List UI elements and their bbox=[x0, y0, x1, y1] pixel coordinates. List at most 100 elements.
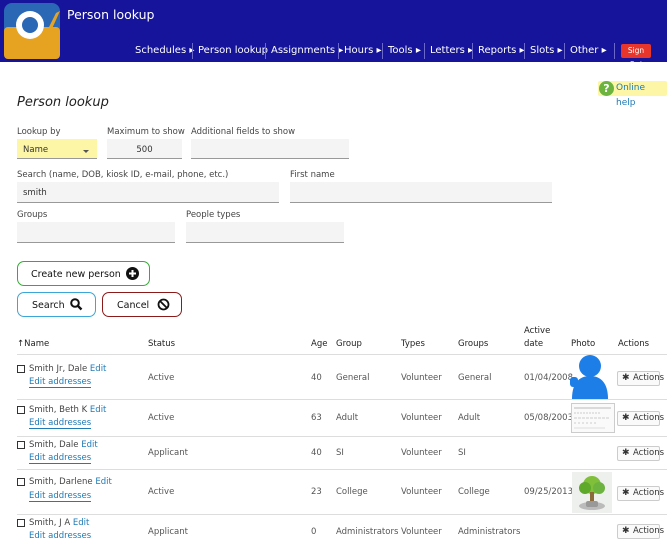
gear-icon: ✱ bbox=[622, 413, 630, 423]
column-header-group[interactable]: Group bbox=[336, 339, 362, 349]
column-header-actions: Actions bbox=[618, 339, 650, 349]
search-input[interactable]: smith bbox=[17, 182, 279, 203]
nav-divider bbox=[382, 43, 383, 59]
actions-button[interactable]: ✱ Actions bbox=[617, 411, 664, 426]
edit-addresses-link[interactable]: Edit addresses bbox=[29, 531, 91, 539]
actions-button[interactable]: ✱ Actions bbox=[617, 486, 664, 501]
row-checkbox[interactable] bbox=[17, 365, 25, 373]
groups-cell: Adult bbox=[458, 413, 481, 423]
age-cell: 40 bbox=[311, 448, 322, 458]
nav-letters[interactable]: Letters ▸ bbox=[430, 40, 473, 62]
table-row: Smith, Beth K Edit Edit addresses Active… bbox=[17, 399, 667, 436]
app-logo-icon[interactable] bbox=[4, 3, 60, 59]
actions-button[interactable]: ✱ Actions bbox=[617, 524, 664, 539]
person-name: Smith, Dale Edit bbox=[29, 440, 98, 450]
column-header-status[interactable]: Status bbox=[148, 339, 175, 349]
online-help-label: Online help bbox=[616, 83, 646, 108]
table-row: Smith, J A Edit Edit addresses Applicant… bbox=[17, 514, 667, 539]
people-types-input[interactable] bbox=[186, 222, 344, 243]
table-row: Smith, Darlene Edit Edit addresses Activ… bbox=[17, 469, 667, 514]
nav-schedules[interactable]: Schedules ▸ bbox=[135, 40, 194, 62]
groups-cell: SI bbox=[458, 448, 466, 458]
person-name: Smith, Darlene Edit bbox=[29, 477, 112, 487]
actions-button[interactable]: ✱ Actions bbox=[617, 371, 664, 386]
gear-icon: ✱ bbox=[622, 373, 630, 383]
age-cell: 0 bbox=[311, 527, 317, 537]
column-header-photo: Photo bbox=[571, 339, 596, 349]
search-value: smith bbox=[23, 188, 47, 198]
column-header-age[interactable]: Age bbox=[311, 339, 327, 349]
edit-link[interactable]: Edit bbox=[73, 518, 89, 528]
person-name: Smith, Beth K Edit bbox=[29, 405, 107, 415]
cancel-button[interactable]: Cancel bbox=[102, 292, 182, 317]
age-cell: 40 bbox=[311, 373, 322, 383]
additional-fields-input[interactable] bbox=[191, 139, 349, 159]
row-checkbox[interactable] bbox=[17, 441, 25, 449]
first-name-label: First name bbox=[290, 170, 335, 180]
actions-button[interactable]: ✱ Actions bbox=[617, 446, 664, 461]
nav-tools[interactable]: Tools ▸ bbox=[388, 40, 421, 62]
lookup-by-label: Lookup by bbox=[17, 127, 61, 137]
top-navigation-bar: Person lookup Schedules ▸ Person lookup … bbox=[0, 0, 667, 69]
plus-circle-icon bbox=[126, 267, 139, 280]
groups-input[interactable] bbox=[17, 222, 175, 243]
column-header-groups[interactable]: Groups bbox=[458, 339, 488, 349]
edit-addresses-link[interactable]: Edit addresses bbox=[29, 453, 92, 464]
age-cell: 23 bbox=[311, 487, 322, 497]
nav-divider bbox=[424, 43, 425, 59]
first-name-input[interactable] bbox=[290, 182, 552, 203]
ban-icon bbox=[157, 298, 170, 311]
nav-other[interactable]: Other ▸ bbox=[570, 40, 607, 62]
group-cell: General bbox=[336, 373, 370, 383]
edit-link[interactable]: Edit bbox=[95, 477, 111, 487]
search-button[interactable]: Search bbox=[17, 292, 96, 317]
nav-hours[interactable]: Hours ▸ bbox=[344, 40, 382, 62]
lookup-by-select[interactable]: Name bbox=[17, 139, 97, 159]
people-types-label: People types bbox=[186, 210, 241, 220]
online-help-link[interactable]: ? Online help bbox=[598, 81, 667, 108]
types-cell: Volunteer bbox=[401, 413, 442, 423]
maximum-to-show-value: 500 bbox=[136, 145, 153, 155]
types-cell: Volunteer bbox=[401, 448, 442, 458]
table-row: Smith, Dale Edit Edit addresses Applican… bbox=[17, 436, 667, 469]
nav-assignments[interactable]: Assignments ▸ bbox=[271, 40, 343, 62]
person-name: Smith, J A Edit bbox=[29, 518, 90, 528]
sign-out-button[interactable]: Sign Out bbox=[621, 44, 651, 69]
edit-addresses-link[interactable]: Edit addresses bbox=[29, 418, 92, 429]
nav-slots[interactable]: Slots ▸ bbox=[530, 40, 563, 62]
gear-icon: ✱ bbox=[622, 526, 630, 536]
types-cell: Volunteer bbox=[401, 373, 442, 383]
group-cell: Administrators bbox=[336, 527, 399, 537]
edit-link[interactable]: Edit bbox=[90, 364, 106, 374]
active-date-cell: 05/08/2003 bbox=[524, 413, 573, 423]
column-header-types[interactable]: Types bbox=[401, 339, 425, 349]
gear-icon: ✱ bbox=[622, 448, 630, 458]
nav-person-lookup[interactable]: Person lookup bbox=[198, 40, 268, 62]
row-checkbox[interactable] bbox=[17, 519, 25, 527]
groups-cell: College bbox=[458, 487, 490, 497]
magnifier-icon bbox=[70, 298, 83, 311]
status-cell: Applicant bbox=[148, 448, 188, 458]
active-date-cell: 09/25/2013 bbox=[524, 487, 573, 497]
types-cell: Volunteer bbox=[401, 527, 442, 537]
row-checkbox[interactable] bbox=[17, 406, 25, 414]
row-checkbox[interactable] bbox=[17, 478, 25, 486]
search-label: Search (name, DOB, kiosk ID, e-mail, pho… bbox=[17, 170, 229, 180]
status-cell: Active bbox=[148, 373, 175, 383]
nav-reports[interactable]: Reports ▸ bbox=[478, 40, 525, 62]
nav-divider bbox=[472, 43, 473, 59]
person-name: Smith Jr, Dale Edit bbox=[29, 364, 107, 374]
edit-addresses-link[interactable]: Edit addresses bbox=[29, 377, 92, 388]
maximum-to-show-input[interactable]: 500 bbox=[107, 139, 182, 159]
create-new-person-button[interactable]: Create new person bbox=[17, 261, 150, 286]
groups-cell: Administrators bbox=[458, 527, 521, 537]
group-cell: SI bbox=[336, 448, 344, 458]
column-header-name[interactable]: ↑Name bbox=[17, 339, 49, 349]
edit-addresses-link[interactable]: Edit addresses bbox=[29, 491, 92, 502]
column-header-active-date[interactable]: Active date bbox=[524, 326, 550, 349]
edit-link[interactable]: Edit bbox=[81, 440, 97, 450]
app-title[interactable]: Person lookup bbox=[67, 7, 154, 22]
tree-thumbnail-icon bbox=[572, 472, 612, 513]
edit-link[interactable]: Edit bbox=[90, 405, 106, 415]
nav-divider bbox=[265, 43, 266, 59]
